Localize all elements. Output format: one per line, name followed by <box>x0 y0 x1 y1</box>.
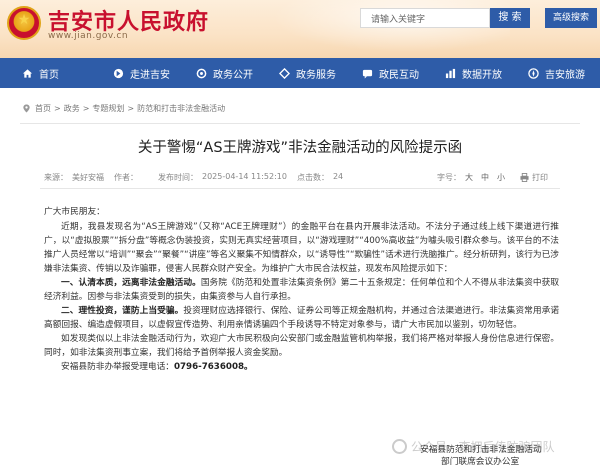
salutation: 广大市民朋友： <box>44 207 105 217</box>
font-size-control: 字号： 大 中 小 <box>437 172 513 183</box>
breadcrumb-item-current[interactable]: 防范和打击非法金融活动 <box>137 103 225 114</box>
national-emblem-icon <box>7 6 41 40</box>
source-label: 来源： <box>44 173 68 182</box>
nav-label: 政务公开 <box>213 69 253 81</box>
site-header: 吉安市人民政府 www.jian.gov.cn 请输入关键字 搜 索 高级搜索 <box>0 0 600 58</box>
signature-line-2: 部门联席会议办公室 <box>441 457 520 467</box>
nav-label: 数据开放 <box>462 69 502 81</box>
breadcrumb-separator: > <box>127 103 135 113</box>
nav-item-gov-service[interactable]: 政务服务 <box>271 58 344 88</box>
date-label: 发布时间： <box>158 173 198 182</box>
main-nav: 首页 走进吉安 政务公开 政务服务 政民互动 数据开放 吉安旅游 <box>0 58 600 88</box>
divider <box>20 123 580 124</box>
search-button[interactable]: 搜 索 <box>490 8 530 28</box>
site-url: www.jian.gov.cn <box>48 31 129 41</box>
paragraph-2: 一、认清本质，远离非法金融活动。国务院《防范和处置非法集资条例》第二十五条规定：… <box>44 276 559 304</box>
printer-icon <box>520 173 529 182</box>
paragraph-2-heading: 一、认清本质，远离非法金融活动。 <box>61 278 201 288</box>
nav-item-home[interactable]: 首页 <box>14 58 67 88</box>
hotline-number: 0796-7636008。 <box>173 362 253 372</box>
nav-item-gov-open[interactable]: 政务公开 <box>188 58 261 88</box>
font-big-button[interactable]: 大 <box>465 172 473 183</box>
nav-label: 吉安旅游 <box>545 69 585 81</box>
breadcrumb: 首页 > 政务 > 专题规划 > 防范和打击非法金融活动 <box>22 100 228 116</box>
nav-item-travel[interactable]: 吉安旅游 <box>520 58 593 88</box>
paragraph-4: 如发现类似以上非法金融活动行为，欢迎广大市民积极向公安部门或金融监管机构举报，我… <box>44 334 559 358</box>
nav-label: 政务服务 <box>296 69 336 81</box>
nav-item-interaction[interactable]: 政民互动 <box>354 58 427 88</box>
advanced-search-button[interactable]: 高级搜索 <box>545 8 597 28</box>
article-title: 关于警惕“AS王牌游戏”非法金融活动的风险提示函 <box>137 140 463 156</box>
wechat-icon <box>392 439 407 454</box>
author-label: 作者： <box>114 173 138 182</box>
breadcrumb-item-topic[interactable]: 专题规划 <box>92 103 124 114</box>
nav-label: 首页 <box>39 69 59 81</box>
font-small-button[interactable]: 小 <box>497 172 505 183</box>
chart-icon <box>445 68 456 79</box>
source-value: 美好安福 <box>72 173 104 182</box>
breadcrumb-separator: > <box>82 103 90 113</box>
gear-icon <box>196 68 207 79</box>
search-input[interactable]: 请输入关键字 <box>360 8 490 28</box>
breadcrumb-item-home[interactable]: 首页 <box>35 103 51 114</box>
service-icon <box>279 67 290 79</box>
article-meta: 来源： 美好安福 作者： 发布时间： 2025-04-14 11:52:10 点… <box>44 172 347 183</box>
home-icon <box>22 68 33 79</box>
chat-icon <box>362 68 373 79</box>
breadcrumb-separator: > <box>54 103 61 113</box>
hotline-label: 安福县防非办举报受理电话： <box>61 362 174 372</box>
paragraph-3: 二、理性投资，谨防上当受骗。投资理财应选择银行、保险、证券公司等正规金融机构，并… <box>44 304 559 332</box>
nav-label: 政民互动 <box>379 69 419 81</box>
travel-icon <box>528 67 539 79</box>
paragraph-3-heading: 二、理性投资，谨防上当受骗。 <box>61 306 184 316</box>
font-size-label: 字号： <box>437 173 461 182</box>
signature-line-1: 安福县防范和打击非法金融活动 <box>420 445 542 455</box>
print-label: 打印 <box>532 173 548 182</box>
article-body: 广大市民朋友： 近期，我县发现名为“AS王牌游戏”（又称“ACE王牌理财”）的金… <box>44 205 559 374</box>
breadcrumb-item-gov[interactable]: 政务 <box>64 103 80 114</box>
views-value: 24 <box>332 172 344 181</box>
font-mid-button[interactable]: 中 <box>481 172 489 183</box>
divider <box>40 188 560 189</box>
views-label: 点击数： <box>296 173 329 182</box>
location-icon <box>23 103 30 113</box>
nav-item-open-data[interactable]: 数据开放 <box>437 58 510 88</box>
date-value: 2025-04-14 11:52:10 <box>202 172 287 181</box>
nav-item-about[interactable]: 走进吉安 <box>105 58 178 88</box>
nav-label: 走进吉安 <box>130 69 170 81</box>
hotline-line: 安福县防非办举报受理电话：0796-7636008。 <box>44 360 559 374</box>
bookmark-icon <box>113 68 124 79</box>
print-button[interactable]: 打印 <box>520 172 548 183</box>
paragraph-1: 近期，我县发现名为“AS王牌游戏”（又称“ACE王牌理财”）的金融平台在县内开展… <box>44 222 559 274</box>
